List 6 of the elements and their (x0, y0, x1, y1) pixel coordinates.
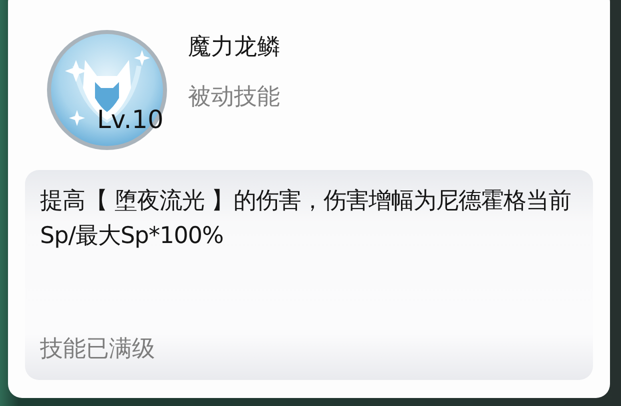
skill-type: 被动技能 (188, 84, 280, 112)
dragon-scale-skill-icon (45, 28, 169, 152)
skill-level: Lv.10 (97, 107, 164, 132)
skill-description: 提高【 堕夜流光 】的伤害，伤害增幅为尼德霍格当前Sp/最大Sp*100% (40, 187, 572, 250)
skill-name: 魔力龙鳞 (188, 34, 280, 62)
skill-status: 技能已满级 (40, 335, 156, 364)
